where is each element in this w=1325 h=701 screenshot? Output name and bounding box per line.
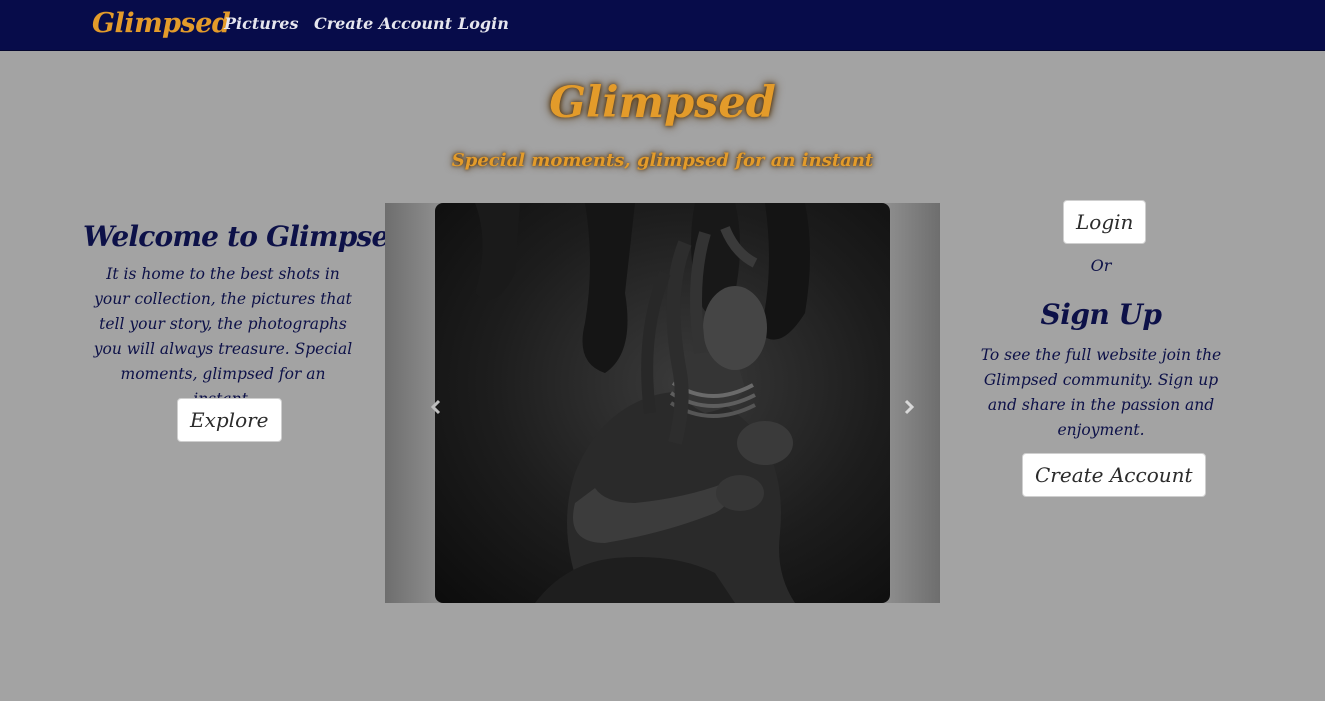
signup-title: Sign Up: [1040, 298, 1162, 331]
hero-subtitle: Special moments, glimpsed for an instant: [451, 150, 874, 171]
welcome-text: It is home to the best shots in your col…: [93, 265, 353, 408]
create-account-button[interactable]: Create Account: [1022, 453, 1206, 497]
image-carousel: [385, 203, 940, 603]
welcome-title: Welcome to Glimpsed: [83, 220, 408, 253]
or-separator: Or: [1090, 256, 1112, 275]
login-button[interactable]: Login: [1063, 200, 1147, 244]
navbar: Glimpsed Pictures Create Account Login: [0, 0, 1325, 51]
explore-button[interactable]: Explore: [177, 398, 282, 442]
portrait-photo: [475, 203, 810, 603]
carousel-slide-image[interactable]: [435, 203, 890, 603]
brand-logo[interactable]: Glimpsed: [92, 8, 231, 39]
chevron-left-icon[interactable]: [428, 399, 444, 415]
nav-link-pictures[interactable]: Pictures: [224, 14, 299, 33]
chevron-right-icon[interactable]: [901, 399, 917, 415]
signup-text: To see the full website join the Glimpse…: [980, 346, 1222, 439]
nav-link-create-account[interactable]: Create Account: [314, 14, 452, 33]
nav-link-login[interactable]: Login: [458, 14, 509, 33]
hero-title: Glimpsed: [549, 78, 776, 128]
welcome-section: Welcome to Glimpsed It is home to the be…: [83, 218, 408, 442]
